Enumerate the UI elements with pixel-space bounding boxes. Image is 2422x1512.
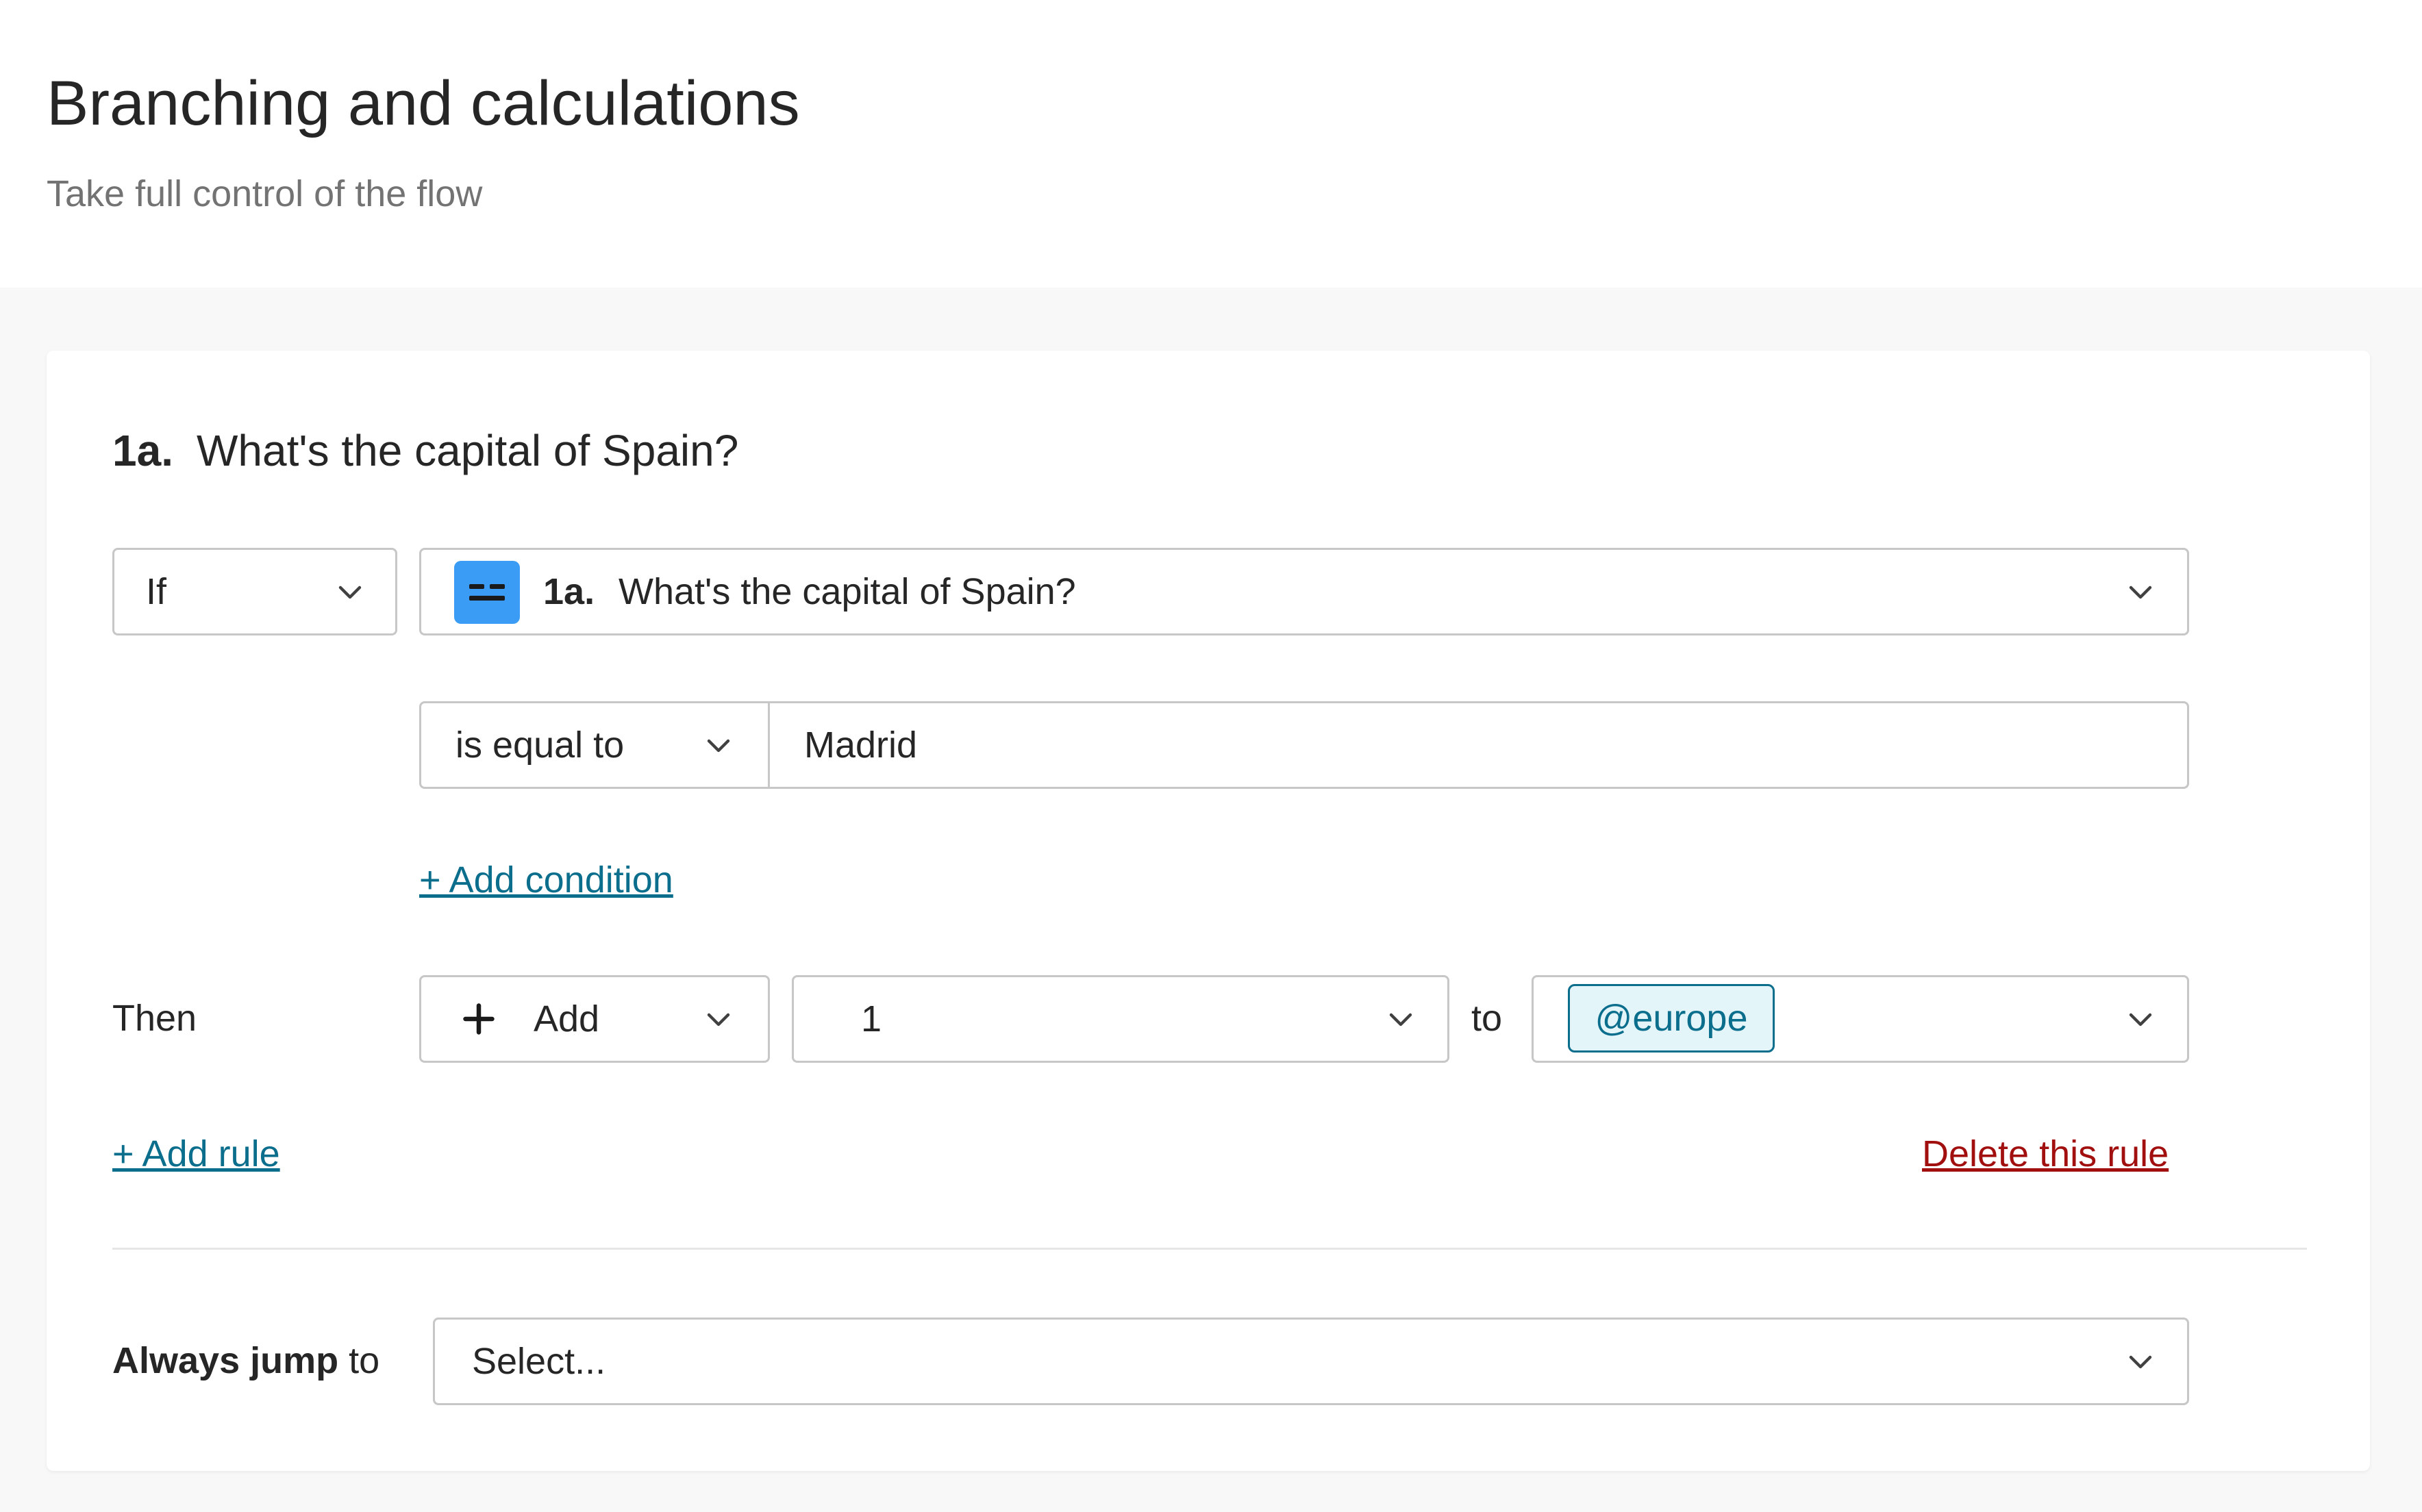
equals-icon (454, 561, 520, 624)
always-jump-select[interactable]: Select... (433, 1318, 2189, 1405)
chevron-down-icon (702, 1003, 735, 1035)
question-select-number: 1a. (543, 571, 595, 612)
page-header: Branching and calculations Take full con… (0, 0, 2422, 288)
question-heading: 1a. What's the capital of Spain? (112, 423, 738, 478)
chevron-down-icon (702, 729, 735, 761)
plus-icon (461, 1001, 497, 1037)
question-select-text: What's the capital of Spain? (619, 571, 1076, 612)
if-select[interactable]: If (112, 548, 397, 635)
chevron-down-icon (2124, 1345, 2157, 1378)
add-rule-link[interactable]: + Add rule (112, 1133, 280, 1175)
chevron-down-icon (334, 575, 366, 608)
chevron-down-icon (2124, 575, 2157, 608)
action-select-value: Add (534, 998, 600, 1040)
question-number: 1a. (112, 426, 173, 475)
operator-select-value: is equal to (455, 724, 625, 766)
variable-tag: @europe (1568, 984, 1775, 1053)
question-select[interactable]: 1a. What's the capital of Spain? (419, 548, 2189, 635)
amount-select[interactable]: 1 (792, 975, 1449, 1063)
always-jump-label-bold: Always jump (112, 1340, 339, 1381)
to-label: to (1471, 998, 1503, 1039)
always-jump-select-placeholder: Select... (472, 1341, 606, 1382)
operator-select[interactable]: is equal to (419, 701, 770, 789)
page-subtitle: Take full control of the flow (47, 173, 483, 214)
if-select-value: If (146, 571, 167, 612)
page-title: Branching and calculations (47, 68, 800, 138)
add-condition-link[interactable]: + Add condition (419, 859, 673, 901)
always-jump-label-rest: to (338, 1340, 380, 1381)
answer-input-value: Madrid (804, 724, 918, 766)
then-label: Then (112, 998, 197, 1039)
rule-card (47, 351, 2370, 1471)
amount-select-value: 1 (861, 998, 882, 1040)
answer-input[interactable]: Madrid (768, 701, 2189, 789)
question-text: What's the capital of Spain? (196, 426, 739, 475)
action-select[interactable]: Add (419, 975, 770, 1063)
chevron-down-icon (2124, 1003, 2157, 1035)
delete-rule-link[interactable]: Delete this rule (1922, 1133, 2169, 1175)
divider (112, 1248, 2307, 1250)
chevron-down-icon (1384, 1003, 1417, 1035)
always-jump-label: Always jump to (112, 1339, 379, 1382)
variable-select[interactable]: @europe (1532, 975, 2189, 1063)
